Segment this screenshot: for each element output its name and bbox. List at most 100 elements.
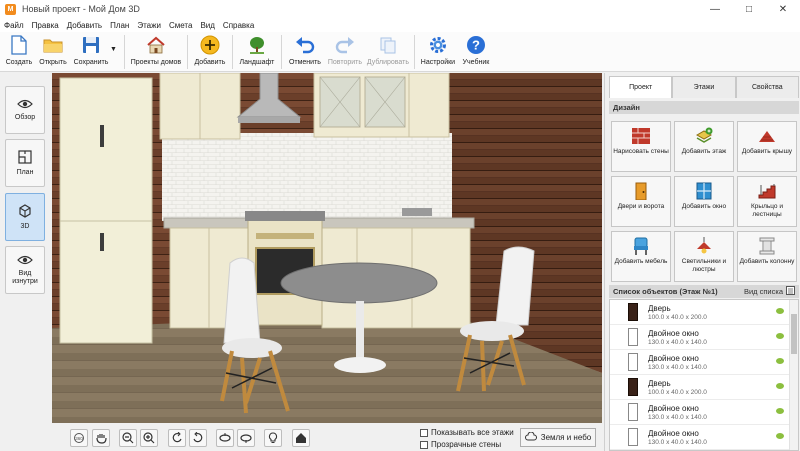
tab-project[interactable]: Проект	[609, 76, 673, 98]
landscape-button[interactable]: Ландшафт	[236, 32, 278, 72]
column-icon	[758, 237, 776, 255]
visibility-eye-icon[interactable]	[776, 433, 784, 439]
menu-view[interactable]: Вид	[200, 21, 214, 30]
window-icon	[695, 182, 713, 200]
tab-properties[interactable]: Свойства	[735, 76, 799, 98]
checkbox-box[interactable]	[420, 440, 428, 449]
menu-help[interactable]: Справка	[223, 21, 254, 30]
list-item[interactable]: Дверь 100.0 x 40.0 x 200.0	[610, 375, 790, 400]
house-icon	[145, 34, 167, 56]
eye-icon	[17, 99, 33, 111]
objects-section-header: Список объектов (Этаж №1) Вид списка	[609, 285, 799, 298]
redo-button[interactable]: Повторить	[325, 32, 365, 72]
list-item[interactable]: Двойное окно 130.0 x 40.0 x 140.0	[610, 400, 790, 425]
close-icon[interactable]: ✕	[766, 0, 800, 18]
landscape-cloud-icon	[524, 431, 537, 443]
view-mode-sidebar: Обзор План 3D Вид изнутри	[0, 73, 50, 451]
help-circle-icon: ?	[465, 34, 487, 56]
hand-pan-icon[interactable]	[92, 429, 110, 447]
menu-estimate[interactable]: Смета	[169, 21, 192, 30]
zoom-in-icon[interactable]	[140, 429, 158, 447]
menu-bar: Файл Правка Добавить План Этажи Смета Ви…	[0, 18, 800, 32]
door-thumbnail-icon	[628, 303, 638, 321]
plan-button[interactable]: План	[5, 139, 45, 187]
open-button[interactable]: Открыть	[36, 32, 70, 72]
scrollbar-thumb[interactable]	[791, 314, 797, 354]
visibility-eye-icon[interactable]	[776, 333, 784, 339]
maximize-icon[interactable]: □	[732, 0, 766, 18]
kitchen-3d-scene[interactable]	[52, 73, 602, 423]
overview-button[interactable]: Обзор	[5, 86, 45, 134]
toolbar-separator	[231, 35, 233, 69]
home-view-icon[interactable]	[292, 429, 310, 447]
object-list: Дверь 100.0 x 40.0 x 200.0 Двойное окно 13…	[609, 299, 799, 451]
object-list-scrollbar[interactable]	[789, 300, 798, 450]
zoom-out-icon[interactable]	[119, 429, 137, 447]
eye-icon	[17, 255, 33, 267]
list-item[interactable]: Двойное окно 130.0 x 40.0 x 140.0	[610, 325, 790, 350]
show-all-floors-checkbox[interactable]: Показывать все этажи	[420, 428, 514, 437]
tilt-up-icon[interactable]	[216, 429, 234, 447]
porch-stairs-button[interactable]: Крыльцо и лестницы	[737, 176, 797, 227]
tutorial-button[interactable]: ? Учебник	[458, 32, 494, 72]
transparent-walls-checkbox[interactable]: Прозрачные стены	[420, 440, 501, 449]
duplicate-button[interactable]: Дублировать	[365, 32, 411, 72]
menu-plan[interactable]: План	[110, 21, 129, 30]
add-roof-button[interactable]: Добавить крышу	[737, 121, 797, 172]
list-item[interactable]: Дверь 100.0 x 40.0 x 200.0	[610, 300, 790, 325]
visibility-eye-icon[interactable]	[776, 383, 784, 389]
visibility-eye-icon[interactable]	[776, 308, 784, 314]
settings-button[interactable]: Настройки	[418, 32, 458, 72]
light-bulb-icon[interactable]	[264, 429, 282, 447]
checkbox-box[interactable]	[420, 428, 428, 437]
plus-circle-icon	[199, 34, 221, 56]
menu-add[interactable]: Добавить	[67, 21, 102, 30]
main-toolbar: Создать Открыть Сохранить ▼ Проекты домо…	[0, 32, 800, 72]
minimize-icon[interactable]: —	[698, 0, 732, 18]
list-item[interactable]: Двойное окно 130.0 x 40.0 x 140.0	[610, 350, 790, 375]
title-bar: М Новый проект - Мой Дом 3D — □ ✕	[0, 0, 800, 18]
door-icon	[632, 182, 650, 200]
add-window-button[interactable]: Добавить окно	[674, 176, 734, 227]
tilt-down-icon[interactable]	[237, 429, 255, 447]
gear-icon	[427, 34, 449, 56]
3d-view-button[interactable]: 3D	[5, 193, 45, 241]
create-button[interactable]: Создать	[2, 32, 36, 72]
add-floor-icon	[695, 127, 713, 145]
chair-icon	[632, 237, 650, 255]
list-item[interactable]: Двойное окно 130.0 x 40.0 x 140.0	[610, 425, 790, 450]
list-view-toggle[interactable]: Вид списка	[744, 286, 795, 297]
house-projects-button[interactable]: Проекты домов	[128, 32, 184, 72]
add-button[interactable]: Добавить	[191, 32, 229, 72]
menu-file[interactable]: Файл	[4, 21, 24, 30]
rotate-360-icon[interactable]: 360	[70, 429, 88, 447]
svg-text:360: 360	[75, 436, 83, 441]
earth-sky-button[interactable]: Земля и небо	[520, 428, 596, 447]
lights-chandeliers-button[interactable]: Светильники и люстры	[674, 231, 734, 282]
rotate-left-icon[interactable]	[168, 429, 186, 447]
inside-view-button[interactable]: Вид изнутри	[5, 246, 45, 294]
save-dropdown-icon[interactable]: ▼	[110, 46, 117, 53]
visibility-eye-icon[interactable]	[776, 358, 784, 364]
3d-viewport[interactable]	[52, 73, 602, 423]
undo-button[interactable]: Отменить	[285, 32, 325, 72]
draw-walls-button[interactable]: Нарисовать стены	[611, 121, 671, 172]
visibility-eye-icon[interactable]	[776, 408, 784, 414]
doors-gates-button[interactable]: Двери и ворота	[611, 176, 671, 227]
window-controls: — □ ✕	[698, 0, 800, 18]
menu-floors[interactable]: Этажи	[137, 21, 161, 30]
lamp-icon	[695, 237, 713, 255]
tab-floors[interactable]: Этажи	[672, 76, 736, 98]
window-thumbnail-icon	[628, 428, 638, 446]
design-section-header: Дизайн	[609, 101, 799, 114]
toolbar-separator	[413, 35, 415, 69]
add-floor-button[interactable]: Добавить этаж	[674, 121, 734, 172]
rotate-right-icon[interactable]	[189, 429, 207, 447]
svg-text:?: ?	[472, 38, 480, 53]
menu-edit[interactable]: Правка	[32, 21, 59, 30]
add-furniture-button[interactable]: Добавить мебель	[611, 231, 671, 282]
cube-icon	[18, 203, 32, 220]
list-view-icon	[786, 286, 795, 297]
save-button[interactable]: Сохранить	[70, 32, 112, 72]
add-column-button[interactable]: Добавить колонну	[737, 231, 797, 282]
